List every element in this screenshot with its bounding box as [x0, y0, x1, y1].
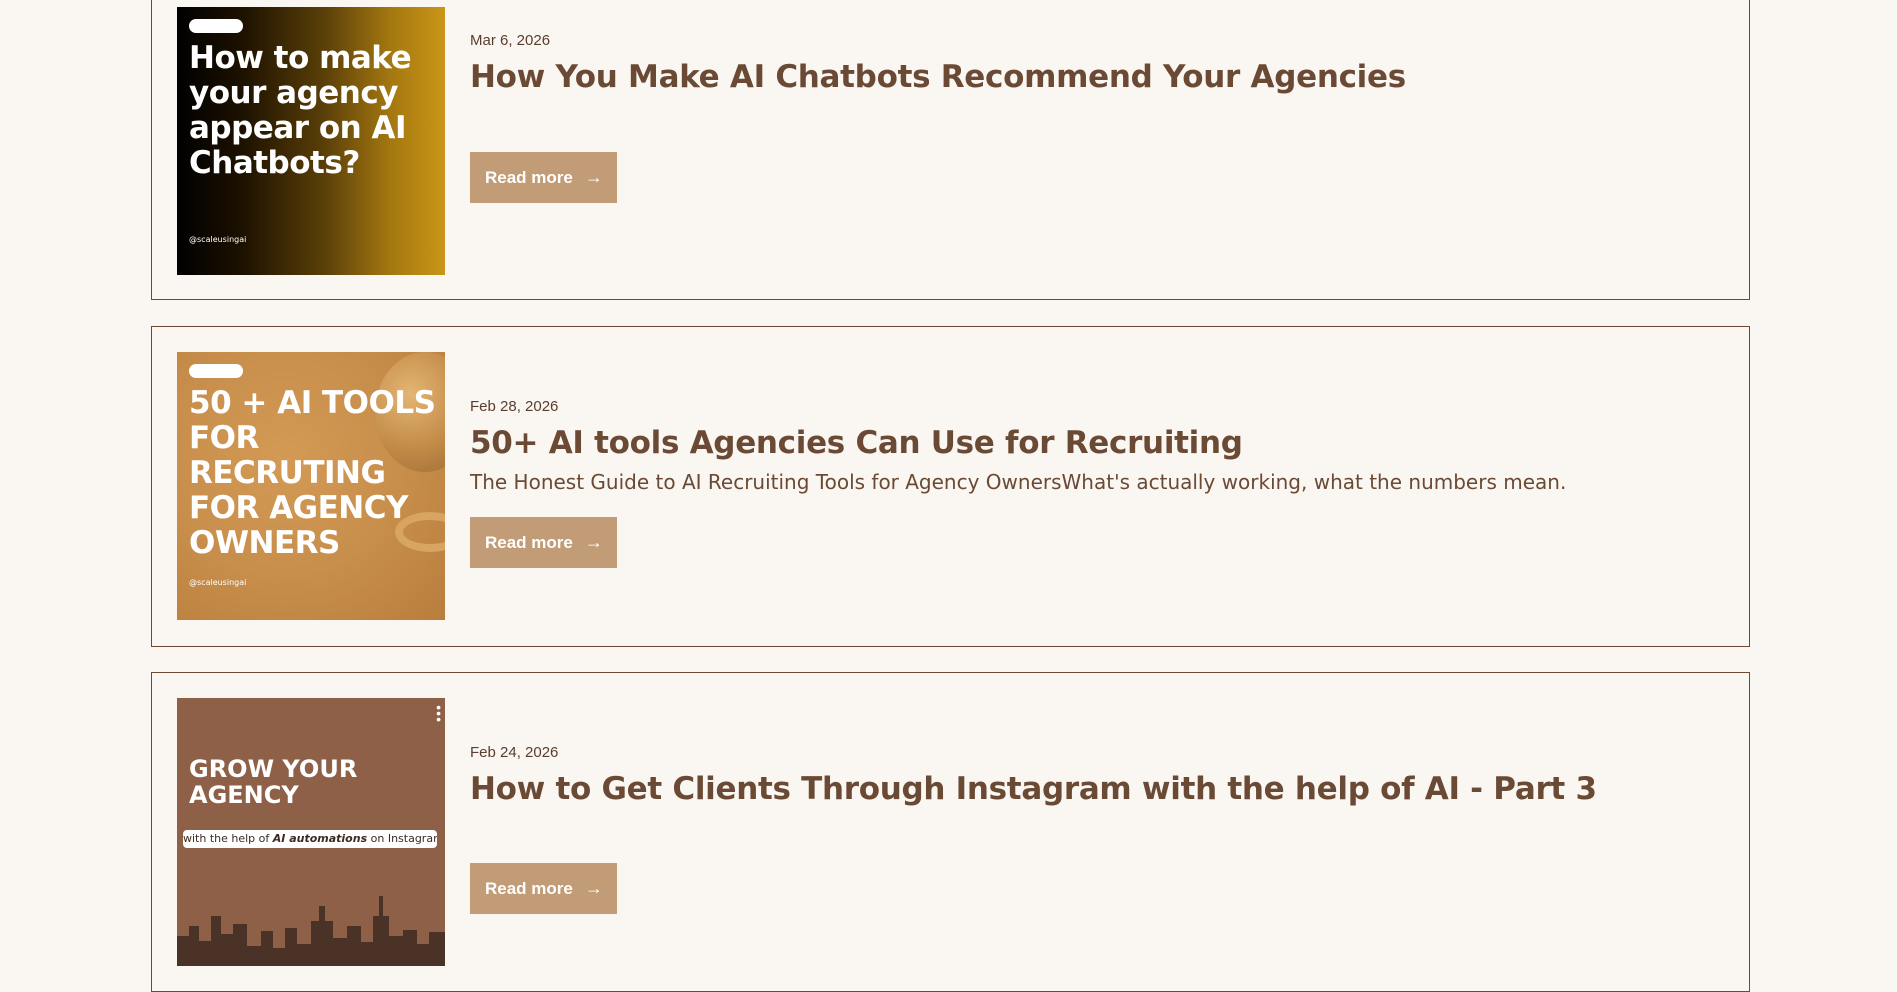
thumbnail-subtitle-prefix: with the help of	[183, 832, 273, 845]
thumbnail-pill	[189, 19, 243, 33]
post-title[interactable]: 50+ AI tools Agencies Can Use for Recrui…	[470, 425, 1243, 461]
arrow-right-icon: →	[584, 167, 603, 187]
thumbnail-handle: @scaleusingai	[189, 235, 247, 244]
post-date: Feb 24, 2026	[470, 744, 559, 761]
thumbnail-subtitle: with the help of AI automations on Insta…	[183, 830, 437, 848]
post-title[interactable]: How You Make AI Chatbots Recommend Your …	[470, 59, 1406, 95]
city-skyline-icon	[177, 896, 445, 966]
post-description: The Honest Guide to AI Recruiting Tools …	[470, 470, 1567, 494]
read-more-button[interactable]: Read more →	[470, 863, 617, 914]
thumbnail-text: How to make your agency appear on AI Cha…	[189, 40, 412, 181]
read-more-label: Read more	[485, 167, 573, 187]
thumbnail-subtitle-suffix: on Instagram	[367, 832, 437, 845]
read-more-label: Read more	[485, 878, 573, 898]
thumbnail-text: 50 + AI TOOLS FOR RECRUTING FOR AGENCY O…	[189, 385, 436, 561]
read-more-label: Read more	[485, 532, 573, 552]
thumbnail-text: GROW YOUR AGENCY	[189, 755, 358, 809]
arrow-right-icon: →	[584, 878, 603, 898]
post-thumbnail[interactable]: • • • GROW YOUR AGENCY with the help of AI…	[177, 698, 445, 966]
blog-post-card: 50 + AI TOOLS FOR RECRUTING FOR AGENCY O…	[151, 326, 1750, 647]
more-options-icon: • • •	[436, 699, 441, 727]
thumbnail-subtitle-bold: AI automations	[272, 832, 368, 845]
blog-post-card: • • • GROW YOUR AGENCY with the help of AI…	[151, 672, 1750, 992]
thumbnail-handle: @scaleusingai	[189, 578, 247, 587]
blog-post-card: How to make your agency appear on AI Cha…	[151, 0, 1750, 300]
read-more-button[interactable]: Read more →	[470, 152, 617, 203]
post-thumbnail[interactable]: 50 + AI TOOLS FOR RECRUTING FOR AGENCY O…	[177, 352, 445, 620]
post-date: Feb 28, 2026	[470, 398, 559, 415]
post-date: Mar 6, 2026	[470, 32, 551, 49]
arrow-right-icon: →	[584, 532, 603, 552]
post-title[interactable]: How to Get Clients Through Instagram wit…	[470, 771, 1597, 807]
post-thumbnail[interactable]: How to make your agency appear on AI Cha…	[177, 7, 445, 275]
thumbnail-pill	[189, 364, 243, 378]
read-more-button[interactable]: Read more →	[470, 517, 617, 568]
